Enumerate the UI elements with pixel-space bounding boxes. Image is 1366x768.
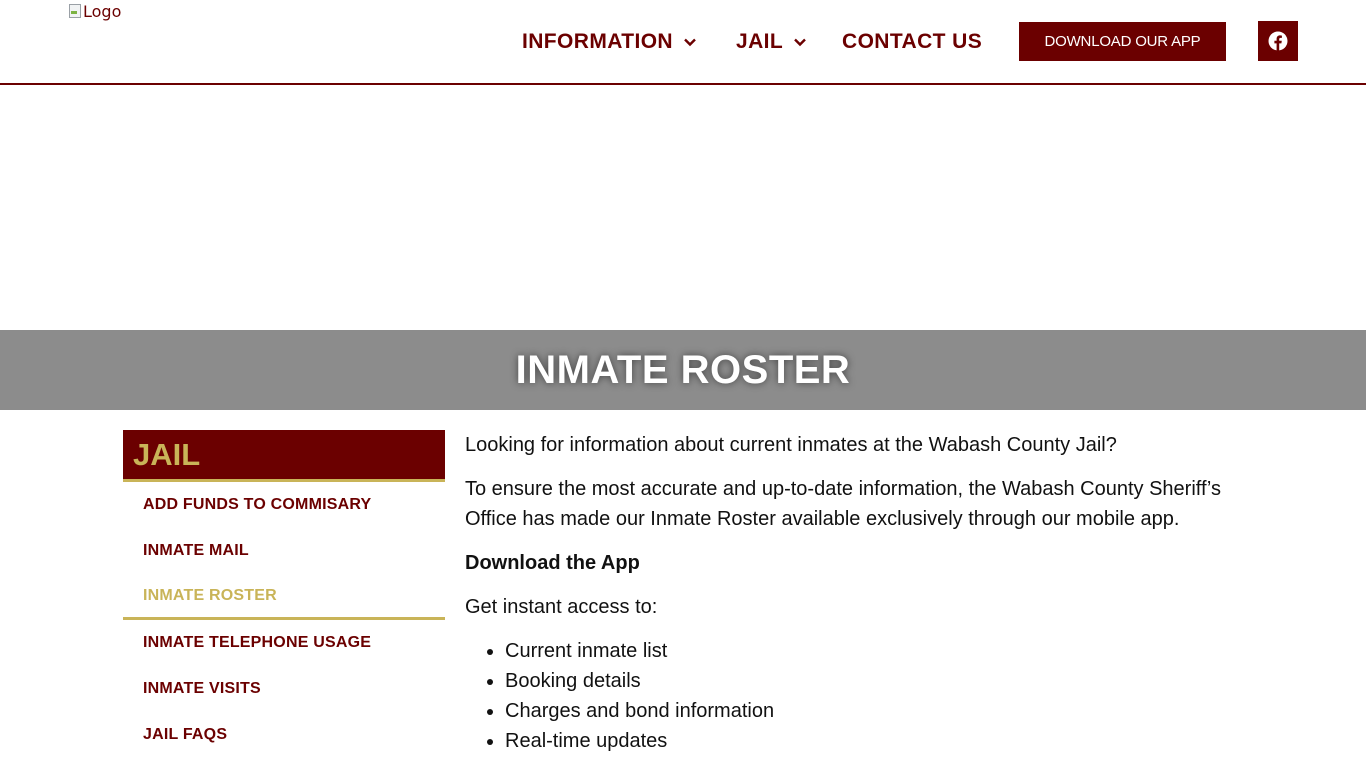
sidebar-item-inmate-mail[interactable]: INMATE MAIL <box>123 528 445 574</box>
intro-text: Looking for information about current in… <box>465 434 1117 456</box>
download-heading: Download the App <box>465 552 640 574</box>
nav-jail[interactable]: JAIL <box>736 22 807 61</box>
facebook-button[interactable] <box>1258 21 1298 61</box>
site-logo[interactable]: Logo <box>68 0 121 22</box>
sidebar-item-inmate-visits[interactable]: INMATE VISITS <box>123 666 445 712</box>
chevron-down-icon <box>684 38 696 46</box>
sidebar-item-inmate-roster[interactable]: INMATE ROSTER <box>123 574 445 620</box>
main-content: Looking for information about current in… <box>465 430 1235 756</box>
sidebar-item-jail-faqs[interactable]: JAIL FAQS <box>123 712 445 758</box>
sidebar-item-telephone-usage[interactable]: INMATE TELEPHONE USAGE <box>123 620 445 666</box>
sidebar: JAIL ADD FUNDS TO COMMISARY INMATE MAIL … <box>123 430 445 758</box>
page-title: INMATE ROSTER <box>515 347 851 392</box>
nav-jail-label: JAIL <box>736 29 784 53</box>
site-header: Logo INFORMATION JAIL CONTACT US DOWNLOA… <box>0 0 1366 85</box>
list-item: Current inmate list <box>505 636 1235 666</box>
list-item: Booking details <box>505 666 1235 696</box>
nav-contact-us[interactable]: CONTACT US <box>842 22 982 61</box>
sidebar-heading: JAIL <box>123 430 445 482</box>
nav-information-label: INFORMATION <box>522 29 673 53</box>
nav-information[interactable]: INFORMATION <box>522 22 697 61</box>
download-app-button[interactable]: DOWNLOAD OUR APP <box>1019 22 1226 61</box>
sidebar-item-add-funds[interactable]: ADD FUNDS TO COMMISARY <box>123 482 445 528</box>
broken-image-icon <box>68 3 82 19</box>
body-text: To ensure the most accurate and up-to-da… <box>465 478 1221 530</box>
feature-list: Current inmate list Booking details Char… <box>465 636 1235 756</box>
facebook-icon <box>1268 31 1288 51</box>
list-item: Charges and bond information <box>505 696 1235 726</box>
logo-alt-text: Logo <box>83 1 122 21</box>
chevron-down-icon <box>794 38 806 46</box>
access-intro: Get instant access to: <box>465 596 658 618</box>
list-item: Real-time updates <box>505 726 1235 756</box>
nav-contact-label: CONTACT US <box>842 29 983 53</box>
page-banner: INMATE ROSTER <box>0 330 1366 410</box>
